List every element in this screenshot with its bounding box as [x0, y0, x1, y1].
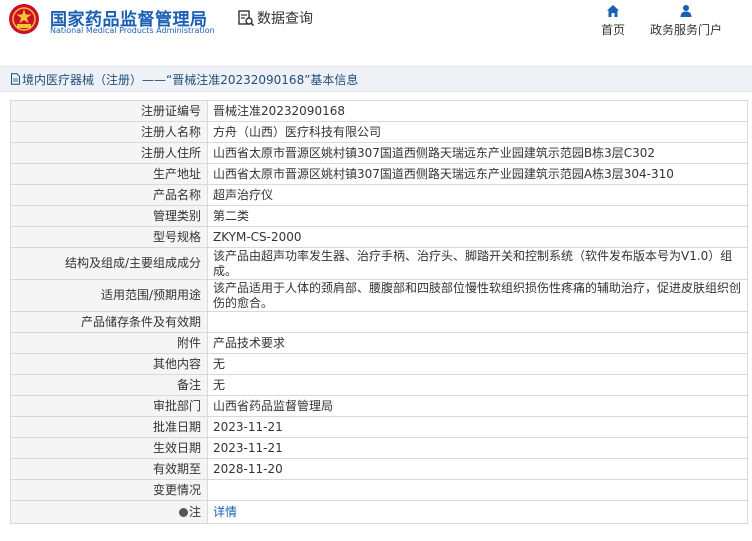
detail-value — [207, 311, 748, 333]
detail-value: 2023-11-21 — [207, 437, 748, 459]
detail-value: 第二类 — [207, 205, 748, 227]
detail-value: 2028-11-20 — [207, 458, 748, 480]
detail-label: 产品名称 — [10, 184, 208, 206]
detail-row: 注册证编号 晋械注准20232090168 — [10, 100, 748, 122]
detail-label: 有效期至 — [10, 458, 208, 480]
detail-label: 批准日期 — [10, 416, 208, 438]
detail-row: 审批部门 山西省药品监督管理局 — [10, 395, 748, 417]
detail-value: 无 — [207, 374, 748, 396]
detail-label: 审批部门 — [10, 395, 208, 417]
detail-label: 其他内容 — [10, 353, 208, 375]
nav-home-label: 首页 — [600, 23, 625, 37]
detail-row: 适用范围/预期用途 该产品适用于人体的颈肩部、腰腹部和四肢部位慢性软组织损伤性疼痛… — [10, 279, 748, 312]
user-icon — [680, 5, 692, 17]
detail-row: 有效期至 2028-11-20 — [10, 458, 748, 480]
detail-row: 管理类别 第二类 — [10, 205, 748, 227]
note-row: 注详情 — [10, 500, 748, 524]
detail-row: 批准日期 2023-11-21 — [10, 416, 748, 438]
detail-value: 2023-11-21 — [207, 416, 748, 438]
detail-label: 生产地址 — [10, 163, 208, 185]
detail-row: 结构及组成/主要组成成分 该产品由超声功率发生器、治疗手柄、治疗头、脚踏开关和控制… — [10, 247, 748, 280]
site-header: 国家药品监督管理局 National Medical Products Admi… — [0, 0, 752, 58]
detail-label: 注册人住所 — [10, 142, 208, 164]
detail-value: 无 — [207, 353, 748, 375]
national-emblem-icon — [9, 4, 39, 34]
org-name-en: National Medical Products Administration — [50, 26, 215, 35]
detail-label: 附件 — [10, 332, 208, 354]
detail-row: 型号规格 ZKYM-CS-2000 — [10, 226, 748, 248]
detail-value — [207, 479, 748, 501]
detail-row: 注册人住所 山西省太原市晋源区姚村镇307国道西侧路天瑞远东产业园建筑示范园B栋3… — [10, 142, 748, 164]
detail-value: 该产品由超声功率发生器、治疗手柄、治疗头、脚踏开关和控制系统（软件发布版本号为V… — [207, 247, 748, 280]
detail-value: ZKYM-CS-2000 — [207, 226, 748, 248]
detail-value: 超声治疗仪 — [207, 184, 748, 206]
nav-service-label: 政务服务门户 — [650, 23, 723, 37]
note-icon — [178, 507, 188, 517]
detail-value: 产品技术要求 — [207, 332, 748, 354]
search-document-icon — [238, 10, 255, 27]
detail-row: 其他内容无 — [10, 353, 748, 375]
detail-value: 该产品适用于人体的颈肩部、腰腹部和四肢部位慢性软组织损伤性疼痛的辅助治疗，促进皮… — [207, 279, 748, 312]
nav-home[interactable]: 首页 — [598, 4, 628, 38]
detail-label: 产品储存条件及有效期 — [10, 311, 208, 333]
document-icon — [11, 73, 20, 85]
detail-label: 备注 — [10, 374, 208, 396]
registration-details-table: 注册证编号 晋械注准20232090168 注册人名称 方舟（山西）医疗科技有限公司注… — [10, 100, 748, 524]
detail-label: 变更情况 — [10, 479, 208, 501]
detail-row: 注册人名称 方舟（山西）医疗科技有限公司 — [10, 121, 748, 143]
breadcrumb-text: 境内医疗器械（注册）——“晋械注准20232090168”基本信息 — [22, 72, 359, 87]
data-query-link[interactable]: 数据查询 — [237, 8, 313, 28]
detail-label: 生效日期 — [10, 437, 208, 459]
detail-row: 生产地址 山西省太原市晋源区姚村镇307国道西侧路天瑞远东产业园建筑示范园A栋3层… — [10, 163, 748, 185]
detail-row: 变更情况 — [10, 479, 748, 501]
detail-row: 产品储存条件及有效期 — [10, 311, 748, 333]
nav-service-portal[interactable]: 政务服务门户 — [650, 4, 722, 38]
detail-row: 备注无 — [10, 374, 748, 396]
details-link[interactable]: 详情 — [213, 505, 237, 519]
data-query-label: 数据查询 — [257, 11, 313, 27]
breadcrumb: 境内医疗器械（注册）——“晋械注准20232090168”基本信息 — [0, 66, 752, 92]
detail-row: 附件 产品技术要求 — [10, 332, 748, 354]
detail-value: 山西省药品监督管理局 — [207, 395, 748, 417]
home-icon — [607, 5, 619, 17]
detail-label: 注册人名称 — [10, 121, 208, 143]
detail-value: 山西省太原市晋源区姚村镇307国道西侧路天瑞远东产业园建筑示范园B栋3层C302 — [207, 142, 748, 164]
detail-row: 生效日期 2023-11-21 — [10, 437, 748, 459]
detail-row: 产品名称 超声治疗仪 — [10, 184, 748, 206]
detail-value: 方舟（山西）医疗科技有限公司 — [207, 121, 748, 143]
note-value-cell: 详情 — [207, 500, 748, 524]
note-label-cell: 注 — [10, 500, 208, 524]
detail-label: 管理类别 — [10, 205, 208, 227]
detail-label: 注册证编号 — [10, 100, 208, 122]
detail-value: 山西省太原市晋源区姚村镇307国道西侧路天瑞远东产业园建筑示范园A栋3层304-… — [207, 163, 748, 185]
detail-label: 型号规格 — [10, 226, 208, 248]
detail-label: 结构及组成/主要组成成分 — [10, 247, 208, 280]
note-label: 注 — [188, 504, 201, 519]
detail-value: 晋械注准20232090168 — [207, 100, 748, 122]
detail-label: 适用范围/预期用途 — [10, 279, 208, 312]
